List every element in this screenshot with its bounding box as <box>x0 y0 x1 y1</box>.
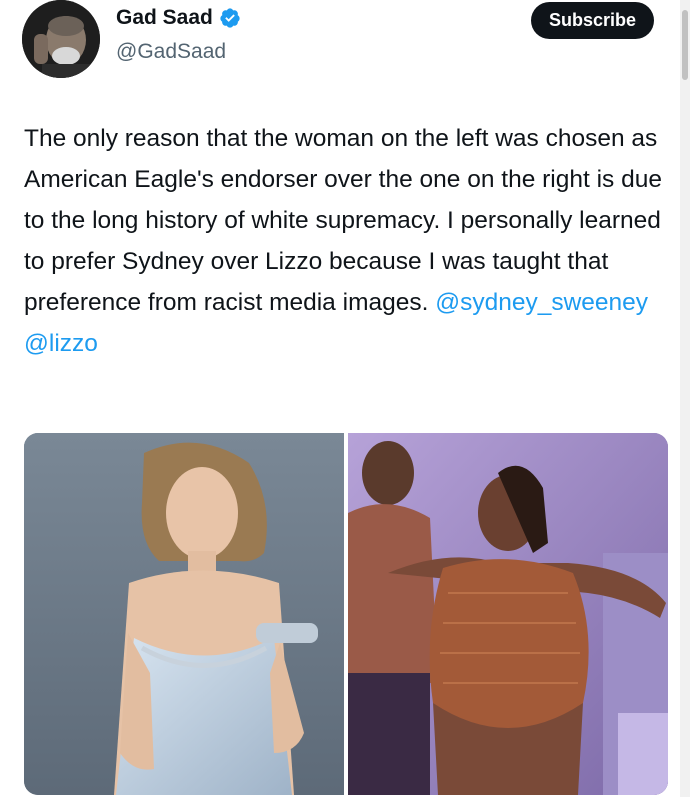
scrollbar-thumb[interactable] <box>682 10 688 80</box>
subscribe-button[interactable]: Subscribe <box>530 2 654 39</box>
tweet-header: Gad Saad @GadSaad Subscribe <box>22 0 662 90</box>
woman-in-gown-image <box>24 433 344 795</box>
mention-link-lizzo[interactable]: @lizzo <box>24 330 98 357</box>
avatar-photo-icon <box>22 0 100 78</box>
author-handle[interactable]: @GadSaad <box>116 40 226 64</box>
tweet-body-text: The only reason that the woman on the le… <box>24 125 662 316</box>
author-display-name[interactable]: Gad Saad <box>116 6 213 30</box>
verified-badge-icon <box>219 7 241 29</box>
scrollbar[interactable] <box>680 0 690 797</box>
tweet-media-grid <box>24 433 668 795</box>
media-photo-right[interactable] <box>348 433 668 795</box>
author-avatar[interactable] <box>22 0 100 78</box>
stage-performer-image <box>348 433 668 795</box>
author-name-row: Gad Saad <box>116 6 241 30</box>
media-photo-left[interactable] <box>24 433 344 795</box>
tweet-text: The only reason that the woman on the le… <box>24 118 664 364</box>
mention-link-sydney[interactable]: @sydney_sweeney <box>435 289 648 316</box>
